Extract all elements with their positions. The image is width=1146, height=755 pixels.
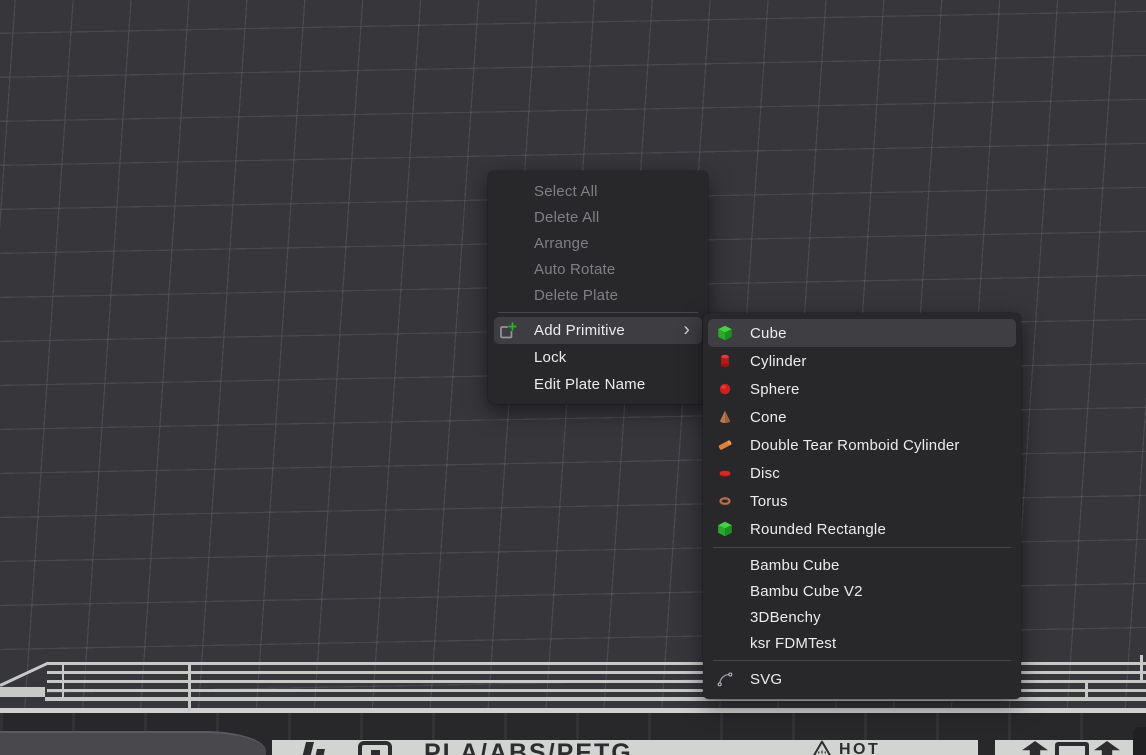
submenu-item-rounded-rectangle[interactable]: Rounded Rectangle xyxy=(708,515,1016,543)
submenu-item-cube[interactable]: Cube xyxy=(708,319,1016,347)
submenu-item-svg[interactable]: SVG xyxy=(708,665,1016,693)
plate-edge-tick xyxy=(62,662,64,698)
hot-warning: HOT xyxy=(812,740,880,755)
menu-item-auto-rotate: Auto Rotate xyxy=(494,256,702,282)
submenu-item-label: Cube xyxy=(750,325,787,342)
submenu-item-label: Bambu Cube xyxy=(750,557,840,574)
menu-item-select-all: Select All xyxy=(494,178,702,204)
submenu-item-torus[interactable]: Torus xyxy=(708,487,1016,515)
menu-item-label: Arrange xyxy=(494,235,589,252)
hot-warning-label: HOT xyxy=(839,742,880,755)
submenu-item-label: Cylinder xyxy=(750,353,807,370)
add-primitive-icon xyxy=(498,321,518,341)
submenu-separator xyxy=(713,660,1011,661)
menu-item-label: Auto Rotate xyxy=(494,261,615,278)
submenu-item-ksr-fdmtest[interactable]: ksr FDMTest xyxy=(708,630,1016,656)
plate-material-label: PLA/ABS/PETG xyxy=(424,741,633,755)
plate-context-menu: Select All Delete All Arrange Auto Rotat… xyxy=(488,171,708,404)
submenu-item-cone[interactable]: Cone xyxy=(708,403,1016,431)
menu-item-label: Lock xyxy=(494,349,567,366)
submenu-item-bambu-cube-v2[interactable]: Bambu Cube V2 xyxy=(708,578,1016,604)
disc-icon xyxy=(717,465,733,482)
svg-curve-icon xyxy=(717,671,733,688)
menu-item-label: Delete Plate xyxy=(494,287,618,304)
menu-item-label: Delete All xyxy=(494,209,599,226)
submenu-item-label: Torus xyxy=(750,493,788,510)
menu-item-delete-plate: Delete Plate xyxy=(494,282,702,308)
submenu-item-label: SVG xyxy=(750,671,782,688)
add-primitive-submenu: Cube Cylinder Sphere xyxy=(703,313,1021,699)
submenu-item-bambu-cube[interactable]: Bambu Cube xyxy=(708,552,1016,578)
cone-icon xyxy=(717,409,733,426)
submenu-arrow-icon: › xyxy=(683,320,690,339)
submenu-item-label: 3DBenchy xyxy=(750,609,821,626)
menu-item-add-primitive[interactable]: Add Primitive › xyxy=(494,317,702,344)
3d-viewport[interactable]: PLA/ABS/PETG HOT Select All Delete All A… xyxy=(0,0,1146,755)
submenu-item-cylinder[interactable]: Cylinder xyxy=(708,347,1016,375)
menu-separator xyxy=(498,312,698,313)
submenu-item-label: Bambu Cube V2 xyxy=(750,583,863,600)
menu-item-delete-all: Delete All xyxy=(494,204,702,230)
submenu-item-label: Sphere xyxy=(750,381,800,398)
menu-item-label: Select All xyxy=(494,183,598,200)
menu-item-label: Edit Plate Name xyxy=(494,376,645,393)
menu-item-lock[interactable]: Lock xyxy=(494,344,702,371)
submenu-item-sphere[interactable]: Sphere xyxy=(708,375,1016,403)
sphere-icon xyxy=(717,381,733,398)
torus-icon xyxy=(717,493,733,510)
menu-item-arrange: Arrange xyxy=(494,230,702,256)
qr-code-icon xyxy=(358,741,392,755)
submenu-item-label: Double Tear Romboid Cylinder xyxy=(750,437,960,454)
plate-edge-notch xyxy=(1140,655,1143,680)
plate-corner-tab xyxy=(1133,727,1146,755)
plate-edge-tick xyxy=(188,662,191,711)
submenu-item-3dbenchy[interactable]: 3DBenchy xyxy=(708,604,1016,630)
square-outline-icon xyxy=(1055,742,1089,755)
submenu-item-label: Disc xyxy=(750,465,780,482)
submenu-item-label: Rounded Rectangle xyxy=(750,521,886,538)
romboid-cylinder-icon xyxy=(717,437,733,454)
plate-edge-bar xyxy=(0,687,45,697)
cube-icon xyxy=(717,325,733,342)
submenu-item-double-tear-romboid-cylinder[interactable]: Double Tear Romboid Cylinder xyxy=(708,431,1016,459)
submenu-item-disc[interactable]: Disc xyxy=(708,459,1016,487)
submenu-item-label: ksr FDMTest xyxy=(750,635,836,652)
submenu-item-label: Cone xyxy=(750,409,787,426)
warning-triangle-icon xyxy=(812,740,832,755)
menu-item-edit-plate-name[interactable]: Edit Plate Name xyxy=(494,371,702,398)
bambu-logo-icon xyxy=(300,742,338,755)
submenu-separator xyxy=(713,547,1011,548)
plate-edge-bracket xyxy=(1085,681,1088,698)
plate-front-corner xyxy=(0,731,266,755)
rounded-rectangle-icon xyxy=(717,521,733,538)
cylinder-icon xyxy=(717,353,733,370)
